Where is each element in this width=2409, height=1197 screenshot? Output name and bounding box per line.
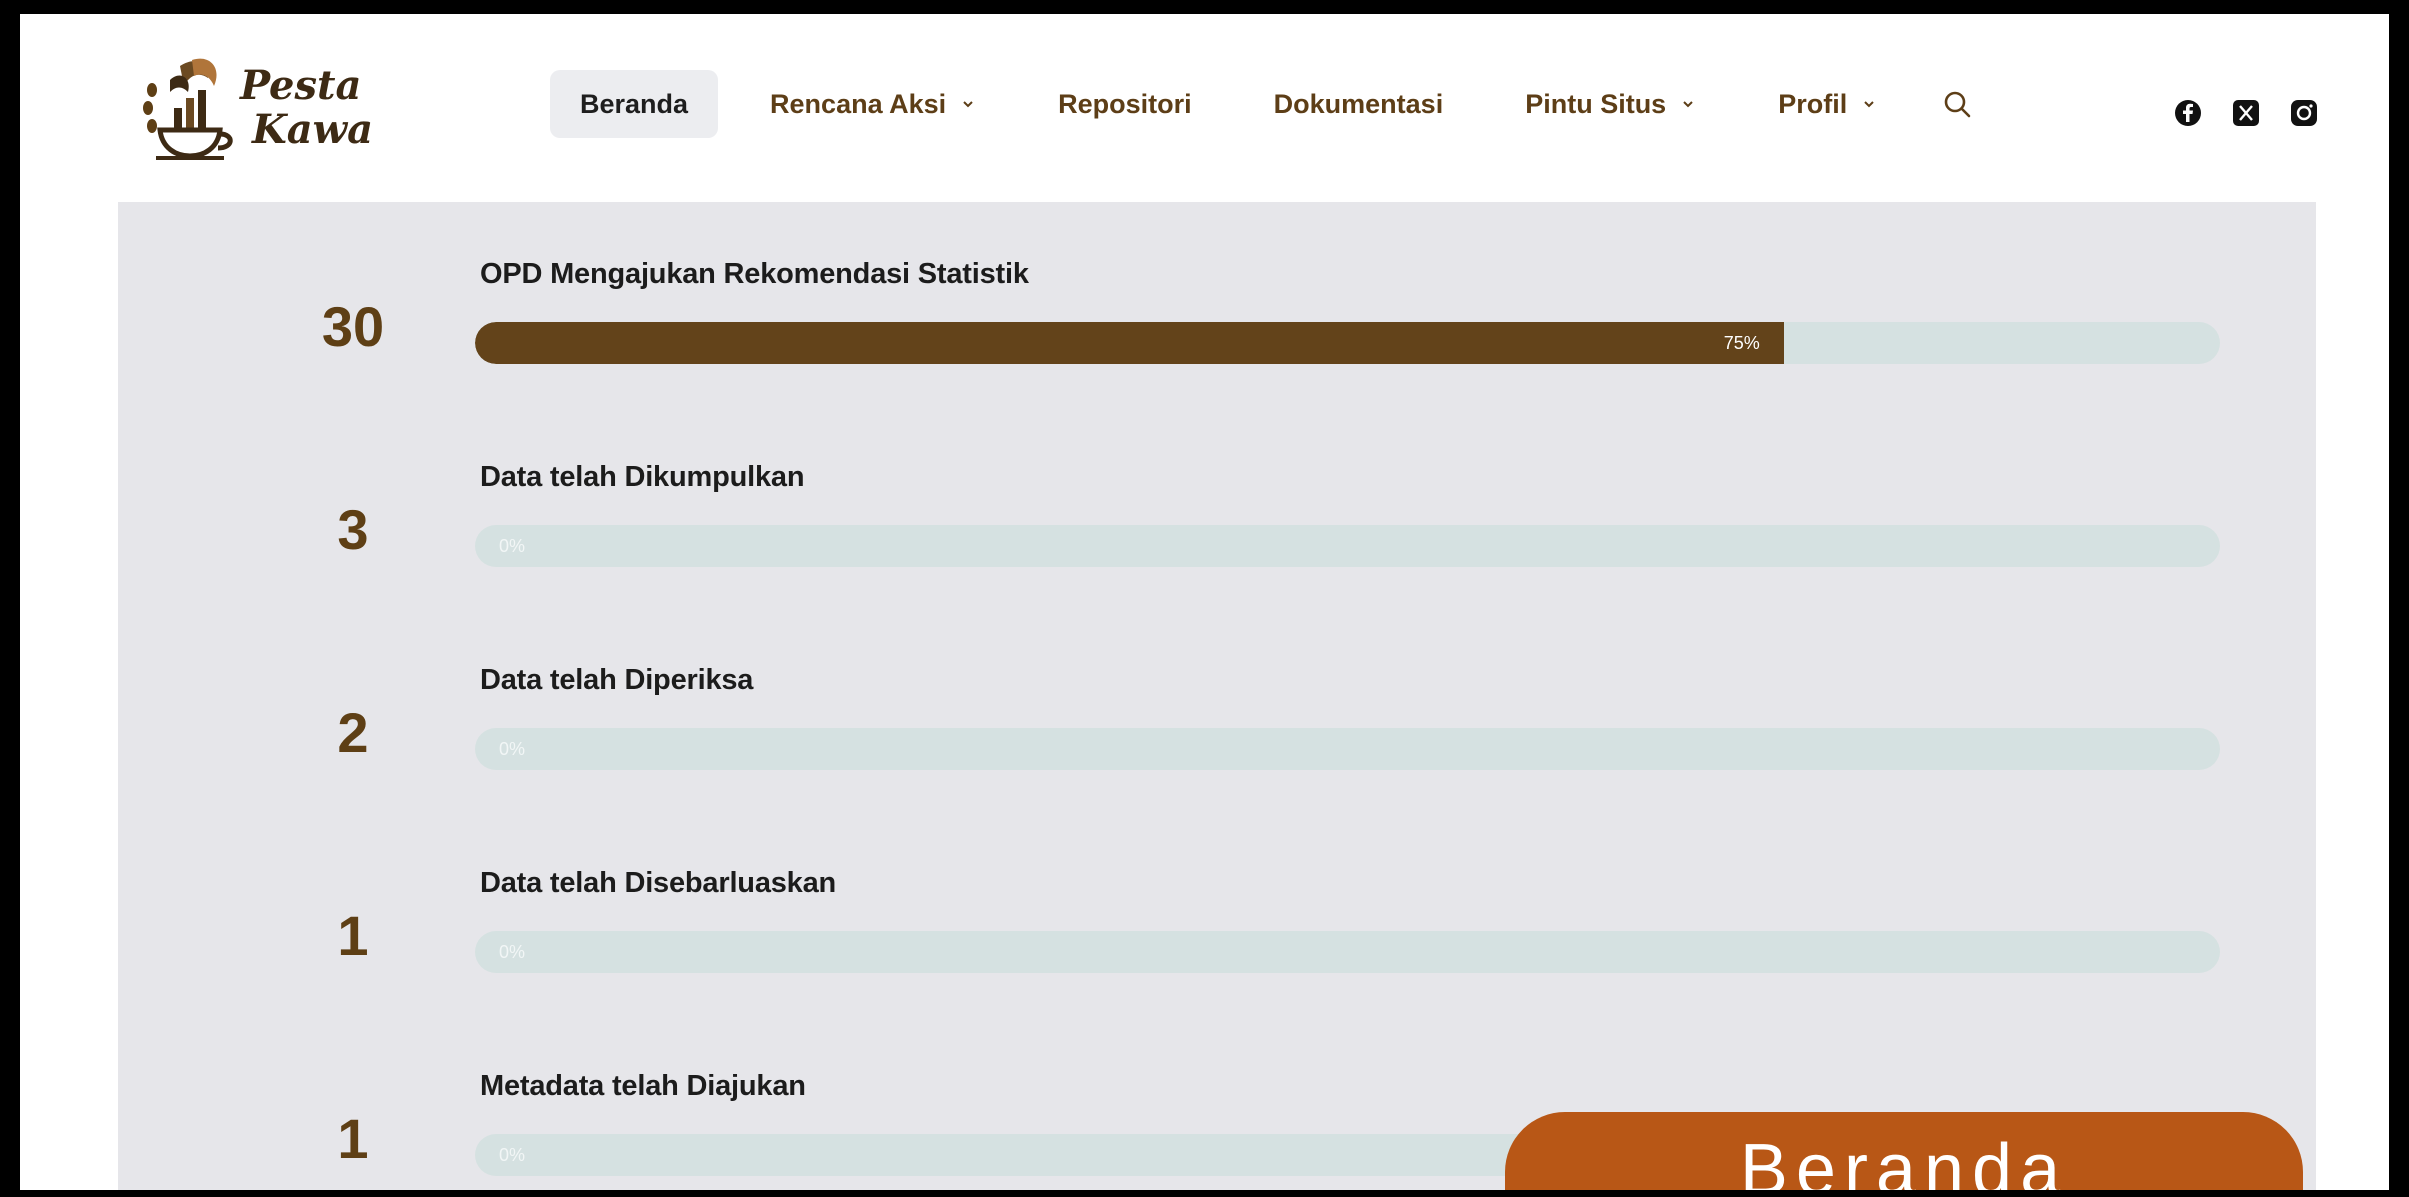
search-icon: [1944, 91, 1971, 118]
stat-row: 30 OPD Mengajukan Rekomendasi Statistik …: [118, 230, 2316, 380]
stat-row: 1 Data telah Disebarluaskan 0%: [118, 839, 2316, 989]
stat-label: Data telah Disebarluaskan: [480, 867, 837, 899]
stat-count: 3: [337, 498, 369, 561]
site-header: Pesta Kawa Beranda Rencana Aksi Reposito…: [20, 14, 2389, 204]
x-twitter-icon[interactable]: [2231, 98, 2261, 128]
nav-item-label: Repositori: [1058, 88, 1192, 119]
section-tag-beranda: Beranda: [1505, 1112, 2303, 1190]
progress-percent: 0%: [499, 942, 526, 962]
chevron-down-icon: [963, 101, 973, 108]
nav-item-rencana-aksi[interactable]: Rencana Aksi: [740, 70, 1006, 138]
facebook-icon[interactable]: [2173, 98, 2203, 128]
nav-item-label: Pintu Situs: [1525, 88, 1667, 119]
instagram-icon[interactable]: [2289, 98, 2319, 128]
nav-item-beranda[interactable]: Beranda: [550, 70, 719, 138]
stat-label: OPD Mengajukan Rekomendasi Statistik: [480, 258, 1029, 290]
nav-item-pintu-situs[interactable]: Pintu Situs: [1495, 70, 1726, 138]
progress-bar: 0%: [475, 728, 2220, 770]
nav-item-label: Beranda: [580, 88, 689, 119]
chevron-down-icon: [1864, 101, 1874, 108]
progress-percent: 0%: [499, 536, 526, 556]
progress-bar-fill: 75%: [475, 322, 1784, 364]
statistics-progress-panel: 30 OPD Mengajukan Rekomendasi Statistik …: [118, 202, 2316, 1190]
progress-percent: 0%: [499, 1145, 526, 1165]
progress-percent: 75%: [1723, 333, 1760, 353]
stat-label: Metadata telah Diajukan: [480, 1070, 806, 1102]
stat-row: 2 Data telah Diperiksa 0%: [118, 636, 2316, 786]
nav-item-dokumentasi[interactable]: Dokumentasi: [1244, 70, 1474, 138]
progress-bar: 0%: [475, 525, 2220, 567]
stat-label: Data telah Dikumpulkan: [480, 461, 805, 493]
nav-item-label: Dokumentasi: [1273, 88, 1444, 119]
stat-count: 1: [337, 904, 369, 967]
chevron-down-icon: [1683, 101, 1693, 108]
progress-bar: 0%: [475, 931, 2220, 973]
stat-count: 30: [321, 295, 385, 358]
progress-percent: 0%: [499, 739, 526, 759]
stat-label: Data telah Diperiksa: [480, 664, 754, 696]
brand-name-line1: Pesta: [240, 62, 362, 109]
nav-item-label: Rencana Aksi: [770, 88, 947, 119]
stat-count: 2: [337, 701, 369, 764]
stat-row: 3 Data telah Dikumpulkan 0%: [118, 433, 2316, 583]
brand-logo[interactable]: Pesta Kawa: [140, 56, 373, 166]
stat-count: 1: [337, 1107, 369, 1170]
main-nav: Beranda Rencana Aksi Repositori Dokument…: [550, 70, 1977, 138]
nav-item-repositori[interactable]: Repositori: [1028, 70, 1222, 138]
browser-page: Pesta Kawa Beranda Rencana Aksi Reposito…: [20, 14, 2389, 1190]
progress-bar: 75%: [475, 322, 2220, 364]
nav-item-profil[interactable]: Profil: [1748, 70, 1907, 138]
brand-name-line2: Kawa: [252, 106, 374, 153]
search-button[interactable]: [1937, 84, 1977, 124]
coffee-cup-logo-icon: [143, 58, 233, 160]
nav-item-label: Profil: [1778, 88, 1848, 119]
